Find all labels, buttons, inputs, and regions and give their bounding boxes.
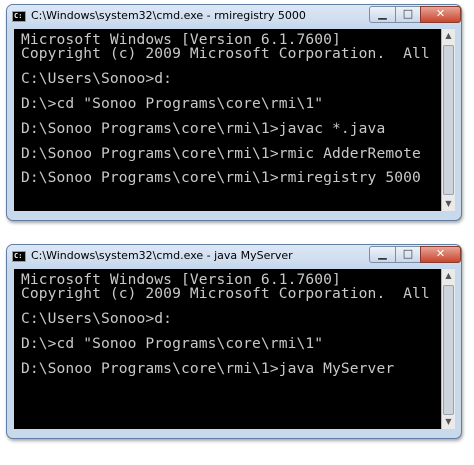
cmd-icon[interactable]: C:: [12, 251, 26, 262]
vertical-scrollbar[interactable]: ▲ ▼: [441, 269, 455, 429]
console-line: D:\Sonoo Programs\core\rmi\1>rmiregistry…: [21, 169, 421, 186]
cmd-window-myserver: C: C:\Windows\system32\cmd.exe - java My…: [6, 244, 462, 439]
console-line: D:\>cd "Sonoo Programs\core\rmi\1": [21, 95, 324, 112]
cmd-window-rmiregistry: C: C:\Windows\system32\cmd.exe - rmiregi…: [6, 4, 462, 221]
maximize-button[interactable]: □: [395, 246, 421, 263]
close-button[interactable]: ✕: [420, 6, 461, 23]
console-line: Copyright (c) 2009 Microsoft Corporation…: [21, 45, 430, 62]
window-title: C:\Windows\system32\cmd.exe - rmiregistr…: [31, 9, 306, 22]
close-button[interactable]: ✕: [420, 246, 461, 263]
title-bar[interactable]: C: C:\Windows\system32\cmd.exe - rmiregi…: [7, 5, 461, 29]
scrollbar-thumb[interactable]: [443, 45, 454, 195]
console-line: D:\Sonoo Programs\core\rmi\1>java MyServ…: [21, 360, 395, 377]
console-line: D:\Sonoo Programs\core\rmi\1>rmic AdderR…: [21, 145, 421, 162]
maximize-button[interactable]: □: [395, 6, 421, 23]
console-line: C:\Users\Sonoo>d:: [21, 310, 173, 327]
cmd-icon[interactable]: C:: [12, 11, 26, 22]
scroll-up-arrow-icon[interactable]: ▲: [442, 29, 455, 43]
console-line: Copyright (c) 2009 Microsoft Corporation…: [21, 285, 430, 302]
minimize-button[interactable]: ▁: [369, 246, 396, 263]
scroll-down-arrow-icon[interactable]: ▼: [442, 415, 455, 429]
minimize-button[interactable]: ▁: [369, 6, 396, 23]
console-line: C:\Users\Sonoo>d:: [21, 70, 173, 87]
scroll-down-arrow-icon[interactable]: ▼: [442, 197, 455, 211]
console-output[interactable]: Microsoft Windows [Version 6.1.7600] Cop…: [14, 29, 441, 211]
scroll-up-arrow-icon[interactable]: ▲: [442, 269, 455, 283]
console-output[interactable]: Microsoft Windows [Version 6.1.7600] Cop…: [14, 269, 441, 429]
console-line: D:\Sonoo Programs\core\rmi\1>javac *.jav…: [21, 120, 386, 137]
scrollbar-thumb[interactable]: [443, 285, 454, 415]
title-bar[interactable]: C: C:\Windows\system32\cmd.exe - java My…: [7, 245, 461, 269]
vertical-scrollbar[interactable]: ▲ ▼: [441, 29, 455, 211]
console-line: D:\>cd "Sonoo Programs\core\rmi\1": [21, 335, 324, 352]
window-title: C:\Windows\system32\cmd.exe - java MySer…: [31, 249, 293, 262]
